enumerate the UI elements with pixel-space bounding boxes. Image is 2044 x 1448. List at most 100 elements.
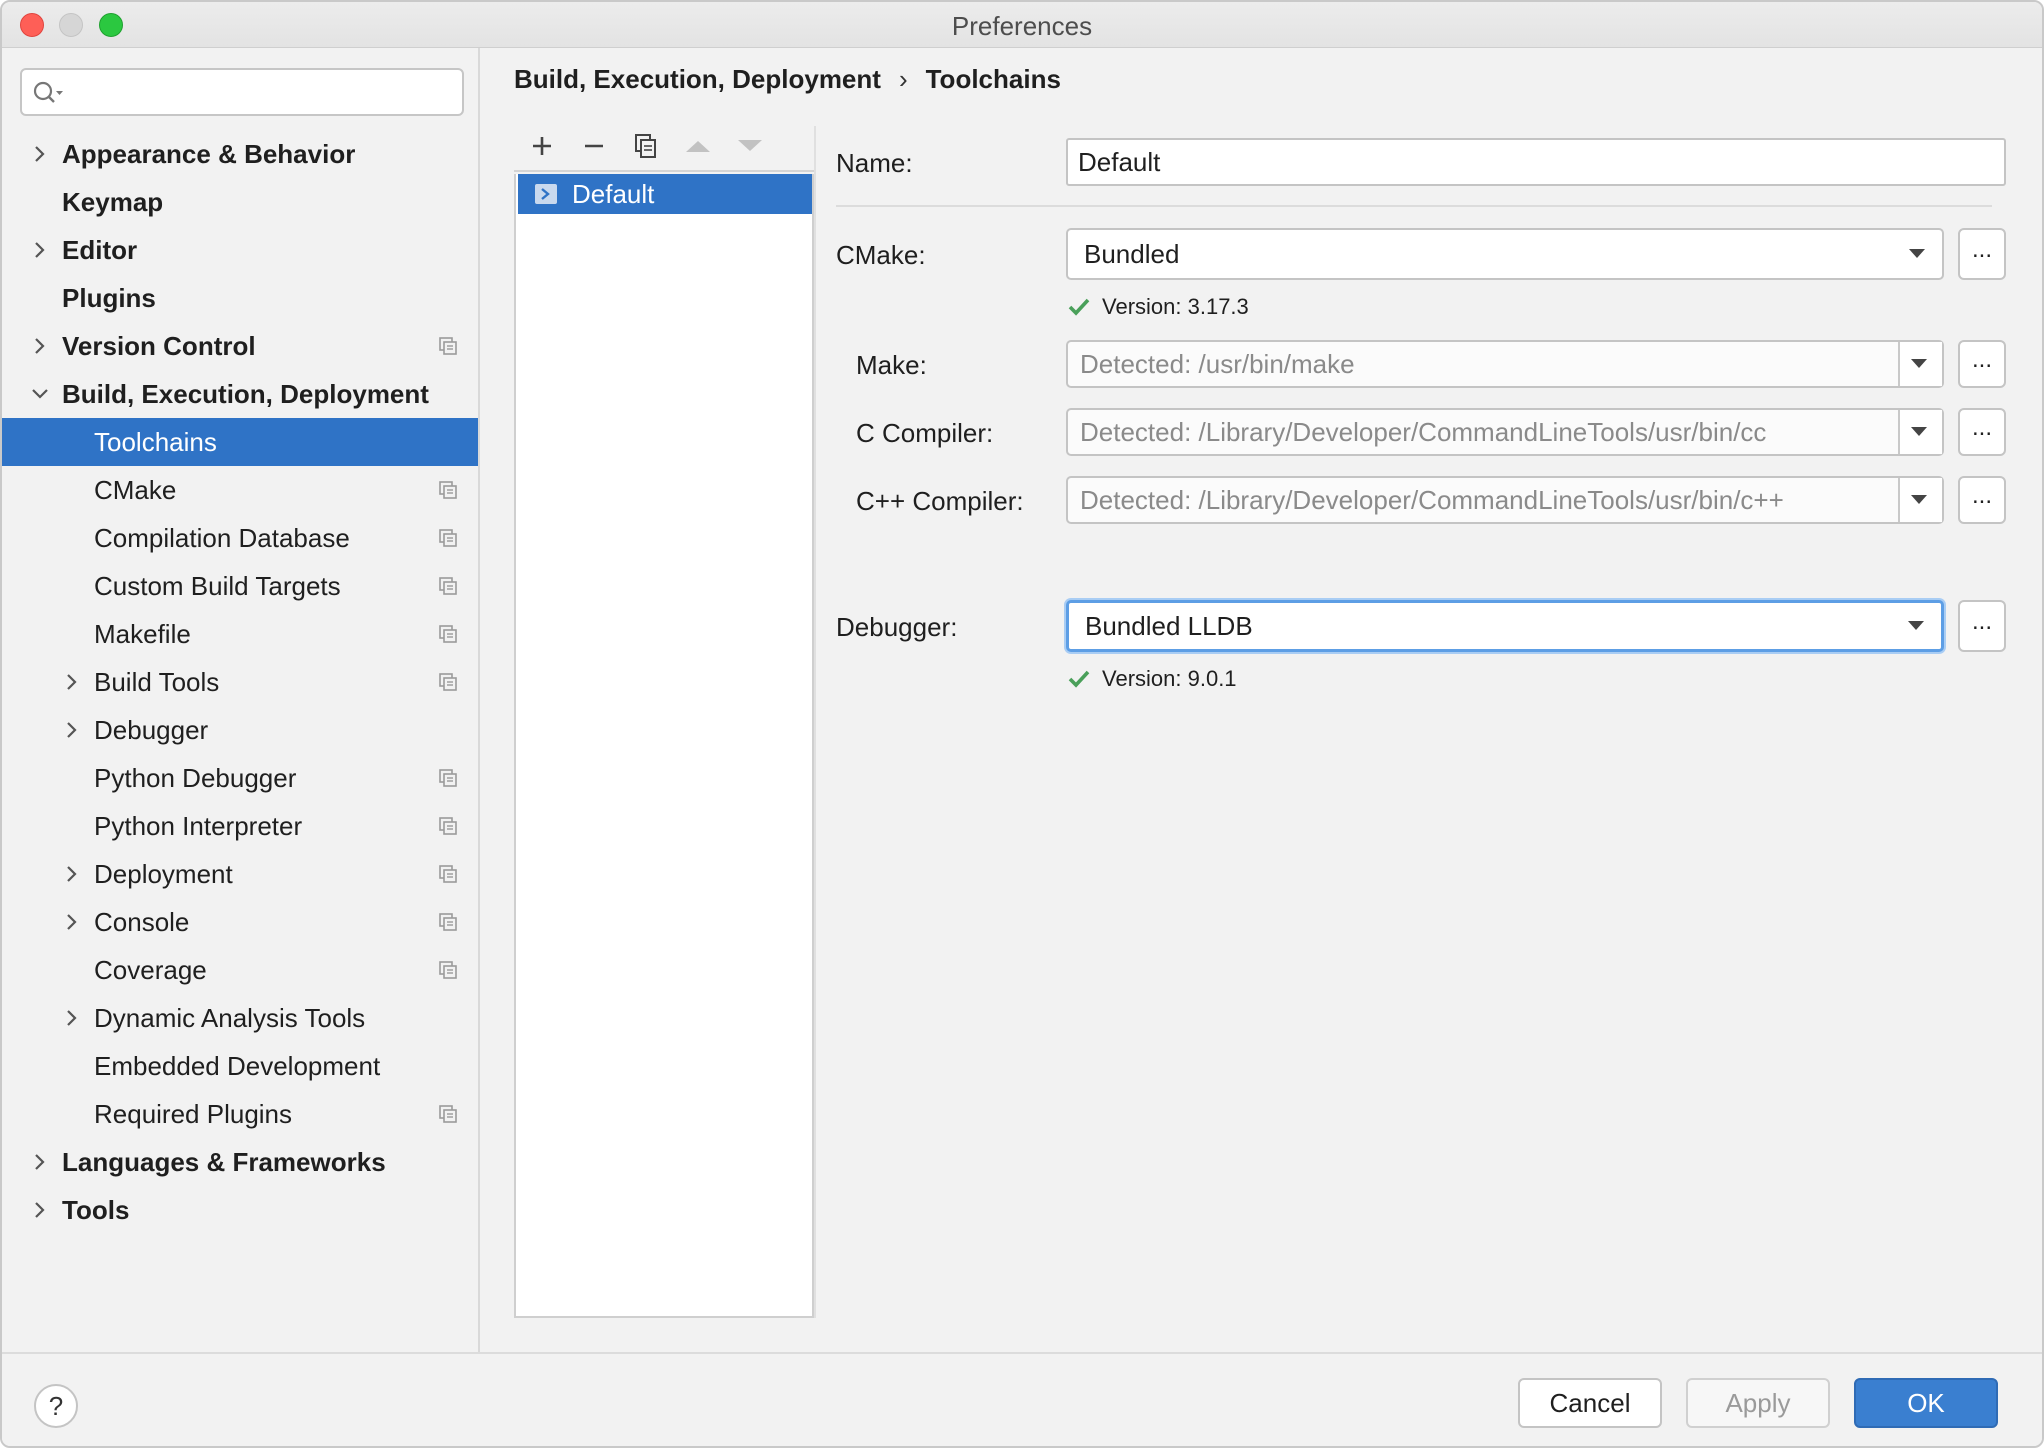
c-compiler-dropdown-button[interactable] (1898, 410, 1942, 454)
tree-item-coverage[interactable]: Coverage (2, 946, 478, 994)
dropdown-arrow-icon (1911, 427, 1927, 436)
tree-item-label: Keymap (62, 186, 164, 217)
breadcrumb: Build, Execution, Deployment › Toolchain… (514, 64, 1061, 95)
tree-item-build-tools[interactable]: Build Tools (2, 658, 478, 706)
toolchain-icon (535, 184, 557, 204)
name-separator (836, 205, 1992, 207)
tree-item-deployment[interactable]: Deployment (2, 850, 478, 898)
make-label: Make: (856, 350, 927, 380)
cpp-compiler-combo[interactable]: Detected: /Library/Developer/CommandLine… (1066, 476, 1944, 524)
chevron-down-icon[interactable] (30, 384, 50, 404)
chevron-right-icon[interactable] (62, 912, 82, 932)
debugger-label: Debugger: (836, 612, 958, 642)
copy-toolchain-button[interactable] (620, 126, 672, 166)
cancel-button[interactable]: Cancel (1518, 1378, 1662, 1428)
cpp-compiler-browse-button[interactable]: ... (1958, 476, 2006, 524)
tree-item-python-interpreter[interactable]: Python Interpreter (2, 802, 478, 850)
settings-tree: Appearance & Behavior Keymap Editor Plug… (2, 130, 478, 1234)
tree-item-required-plugins[interactable]: Required Plugins (2, 1090, 478, 1138)
cmake-select-value: Bundled (1084, 238, 1180, 269)
list-item-label: Default (572, 178, 655, 209)
title-bar: Preferences (2, 2, 2042, 48)
dropdown-arrow-icon (1909, 249, 1925, 258)
apply-button[interactable]: Apply (1686, 1378, 1830, 1428)
tree-item-console[interactable]: Console (2, 898, 478, 946)
move-up-button[interactable] (672, 126, 724, 166)
tree-item-label: Compilation Database (94, 522, 350, 553)
cmake-version-text: Version: 3.17.3 (1102, 294, 1249, 319)
debugger-select[interactable]: Bundled LLDB (1066, 600, 1944, 652)
chevron-right-icon[interactable] (62, 672, 82, 692)
tree-item-tools[interactable]: Tools (2, 1186, 478, 1234)
make-browse-button[interactable]: ... (1958, 340, 2006, 388)
plus-icon (533, 137, 551, 155)
tree-item-makefile[interactable]: Makefile (2, 610, 478, 658)
chevron-right-icon[interactable] (30, 336, 50, 356)
chevron-right-icon[interactable] (30, 144, 50, 164)
cpp-compiler-dropdown-button[interactable] (1898, 478, 1942, 522)
name-field[interactable]: Default (1066, 138, 2006, 186)
tree-item-label: Build, Execution, Deployment (62, 378, 429, 409)
project-scope-icon (439, 577, 457, 595)
tree-item-label: Plugins (62, 282, 156, 313)
chevron-right-icon[interactable] (30, 1200, 50, 1220)
tree-item-label: Dynamic Analysis Tools (94, 1002, 366, 1033)
tree-item-custom-build-targets[interactable]: Custom Build Targets (2, 562, 478, 610)
chevron-right-icon[interactable] (62, 864, 82, 884)
tree-item-compilation-database[interactable]: Compilation Database (2, 514, 478, 562)
tree-item-cmake[interactable]: CMake (2, 466, 478, 514)
tree-item-languages-frameworks[interactable]: Languages & Frameworks (2, 1138, 478, 1186)
breadcrumb-parent[interactable]: Build, Execution, Deployment (514, 64, 881, 95)
make-combo[interactable]: Detected: /usr/bin/make (1066, 340, 1944, 388)
arrow-up-icon (686, 141, 710, 152)
search-box[interactable] (20, 68, 464, 116)
toolchain-list[interactable]: Default (514, 174, 814, 1318)
tree-item-dynamic-analysis-tools[interactable]: Dynamic Analysis Tools (2, 994, 478, 1042)
dropdown-arrow-icon (1911, 495, 1927, 504)
c-compiler-combo-value: Detected: /Library/Developer/CommandLine… (1080, 416, 1767, 447)
tree-item-build-execution-deployment[interactable]: Build, Execution, Deployment (2, 370, 478, 418)
help-button[interactable]: ? (34, 1384, 78, 1428)
tree-item-toolchains[interactable]: Toolchains (2, 418, 478, 466)
search-input[interactable] (70, 76, 452, 108)
chevron-right-icon[interactable] (62, 720, 82, 740)
c-compiler-browse-button[interactable]: ... (1958, 408, 2006, 456)
check-icon (1068, 298, 1090, 316)
remove-toolchain-button[interactable] (568, 126, 620, 166)
tree-item-label: Coverage (94, 954, 207, 985)
dialog-button-bar: ? Cancel Apply OK (2, 1352, 2042, 1446)
tree-item-debugger[interactable]: Debugger (2, 706, 478, 754)
project-scope-icon (439, 529, 457, 547)
tree-item-appearance-behavior[interactable]: Appearance & Behavior (2, 130, 478, 178)
chevron-right-icon[interactable] (62, 1008, 82, 1028)
toolbar-divider (514, 170, 814, 172)
project-scope-icon (439, 337, 457, 355)
arrow-down-icon (738, 140, 762, 151)
move-down-button[interactable] (724, 126, 776, 166)
tree-item-keymap[interactable]: Keymap (2, 178, 478, 226)
tree-item-embedded-development[interactable]: Embedded Development (2, 1042, 478, 1090)
cmake-browse-button[interactable]: ... (1958, 228, 2006, 280)
cmake-select[interactable]: Bundled (1066, 228, 1944, 280)
chevron-right-icon[interactable] (30, 240, 50, 260)
tree-item-editor[interactable]: Editor (2, 226, 478, 274)
debugger-browse-button[interactable]: ... (1958, 600, 2006, 652)
add-toolchain-button[interactable] (516, 126, 568, 166)
tree-item-plugins[interactable]: Plugins (2, 274, 478, 322)
project-scope-icon (439, 1105, 457, 1123)
make-combo-value: Detected: /usr/bin/make (1080, 348, 1355, 379)
tree-item-python-debugger[interactable]: Python Debugger (2, 754, 478, 802)
panel-divider (814, 126, 816, 1318)
tree-item-label: CMake (94, 474, 177, 505)
ok-button[interactable]: OK (1854, 1378, 1998, 1428)
project-scope-icon (439, 769, 457, 787)
project-scope-icon (439, 961, 457, 979)
c-compiler-combo[interactable]: Detected: /Library/Developer/CommandLine… (1066, 408, 1944, 456)
browse-label: ... (1971, 236, 1992, 263)
chevron-right-icon[interactable] (30, 1152, 50, 1172)
tree-item-version-control[interactable]: Version Control (2, 322, 478, 370)
tree-item-label: Embedded Development (94, 1050, 381, 1081)
list-item-default[interactable]: Default (518, 174, 812, 214)
project-scope-icon (439, 865, 457, 883)
make-dropdown-button[interactable] (1898, 342, 1942, 386)
